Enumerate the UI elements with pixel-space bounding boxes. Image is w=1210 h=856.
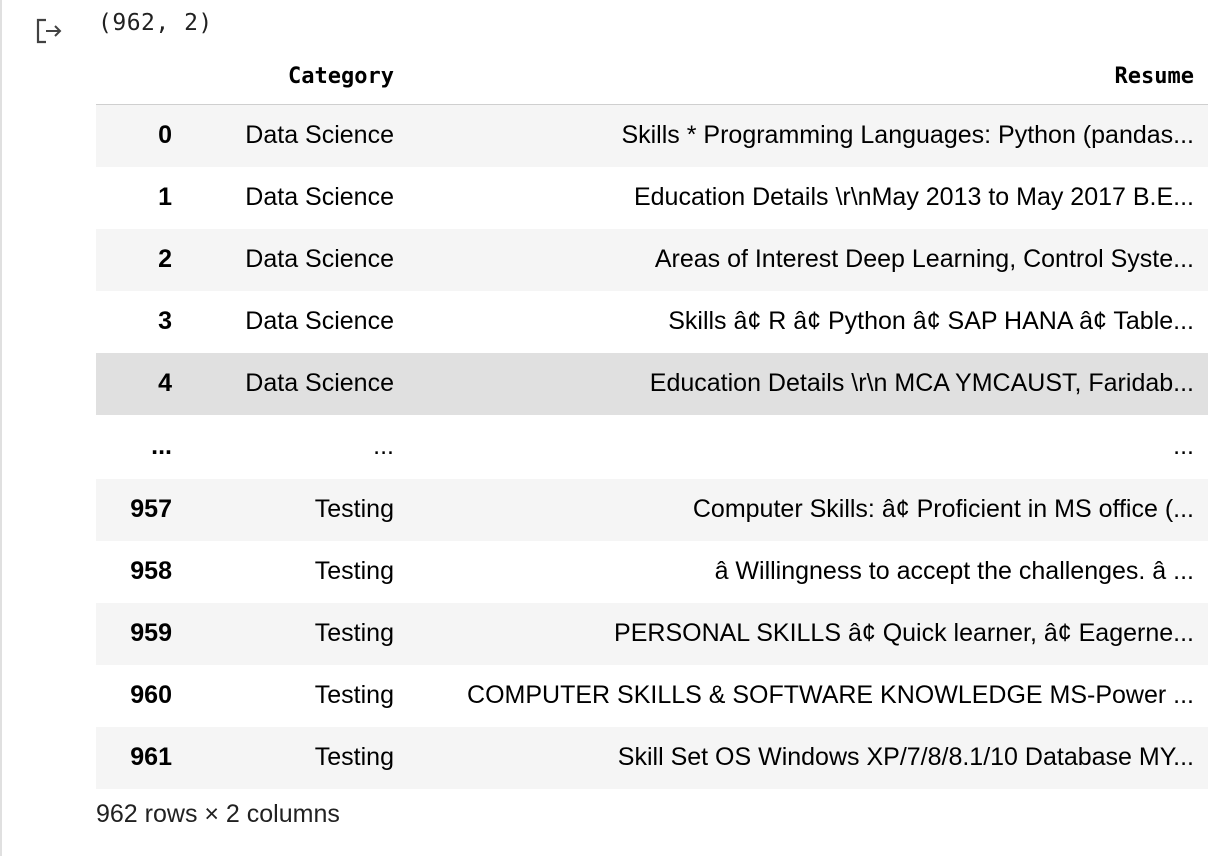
row-index: 3: [158, 307, 172, 335]
row-index: ...: [151, 432, 172, 460]
column-header-category: Category: [186, 48, 408, 105]
row-index: 4: [158, 369, 172, 397]
column-header-resume: Resume: [408, 48, 1208, 105]
cell-output: (962, 2) Category Resume 0 Data Science …: [0, 0, 1210, 856]
category-cell: Testing: [314, 557, 394, 585]
resume-cell: Areas of Interest Deep Learning, Control…: [654, 245, 1194, 273]
output-redirect-icon[interactable]: [34, 16, 64, 46]
table-row: 961 Testing Skill Set OS Windows XP/7/8/…: [96, 726, 1208, 789]
resume-cell: Education Details \r\nMay 2013 to May 20…: [633, 183, 1194, 211]
category-cell: Data Science: [245, 245, 394, 273]
table-row: 3 Data Science Skills â¢ R â¢ Python â¢ …: [96, 290, 1208, 353]
table-row: 958 Testing â Willingness to accept the …: [96, 540, 1208, 603]
row-index: 958: [130, 557, 172, 585]
resume-cell: Skill Set OS Windows XP/7/8/8.1/10 Datab…: [617, 743, 1194, 771]
dataframe-table: Category Resume 0 Data Science Skills * …: [96, 48, 1208, 789]
category-cell: Data Science: [245, 307, 394, 335]
category-cell: Testing: [314, 495, 394, 523]
category-cell: Data Science: [245, 121, 394, 150]
row-index: 2: [158, 245, 172, 273]
dataframe-shape: (962, 2): [98, 10, 213, 36]
row-index: 1: [158, 183, 172, 211]
row-index: 961: [130, 743, 172, 771]
resume-cell: Skills * Programming Languages: Python (…: [621, 121, 1194, 150]
row-index: 959: [130, 619, 172, 647]
category-cell: Testing: [314, 619, 394, 647]
table-row: 0 Data Science Skills * Programming Lang…: [96, 104, 1208, 167]
table-row: 959 Testing PERSONAL SKILLS â¢ Quick lea…: [96, 602, 1208, 665]
category-cell: Data Science: [245, 369, 394, 397]
resume-cell: ...: [1173, 432, 1194, 460]
category-cell: Testing: [314, 681, 394, 709]
resume-cell: Skills â¢ R â¢ Python â¢ SAP HANA â¢ Tab…: [668, 307, 1194, 335]
resume-cell: Computer Skills: â¢ Proficient in MS off…: [692, 495, 1194, 523]
dataframe-dimensions: 962 rows × 2 columns: [96, 800, 340, 828]
row-index: 0: [158, 121, 172, 150]
category-cell: ...: [373, 432, 394, 460]
resume-cell: â Willingness to accept the challenges. …: [714, 557, 1194, 585]
table-row-hovered: 4 Data Science Education Details \r\n MC…: [96, 352, 1208, 415]
table-header-row: Category Resume: [96, 48, 1208, 105]
index-header: [96, 48, 186, 105]
resume-cell: COMPUTER SKILLS & SOFTWARE KNOWLEDGE MS-…: [467, 681, 1194, 709]
row-index: 960: [130, 681, 172, 709]
category-cell: Testing: [314, 743, 394, 771]
table-row: 957 Testing Computer Skills: â¢ Proficie…: [96, 478, 1208, 541]
table-row: 2 Data Science Areas of Interest Deep Le…: [96, 228, 1208, 291]
resume-cell: Education Details \r\n MCA YMCAUST, Fari…: [649, 369, 1194, 397]
table-row: 1 Data Science Education Details \r\nMay…: [96, 166, 1208, 229]
row-index: 957: [130, 495, 172, 523]
resume-cell: PERSONAL SKILLS â¢ Quick learner, â¢ Eag…: [614, 619, 1194, 647]
category-cell: Data Science: [245, 183, 394, 211]
table-row: 960 Testing COMPUTER SKILLS & SOFTWARE K…: [96, 664, 1208, 727]
table-row-ellipsis: ... ... ...: [96, 414, 1208, 479]
